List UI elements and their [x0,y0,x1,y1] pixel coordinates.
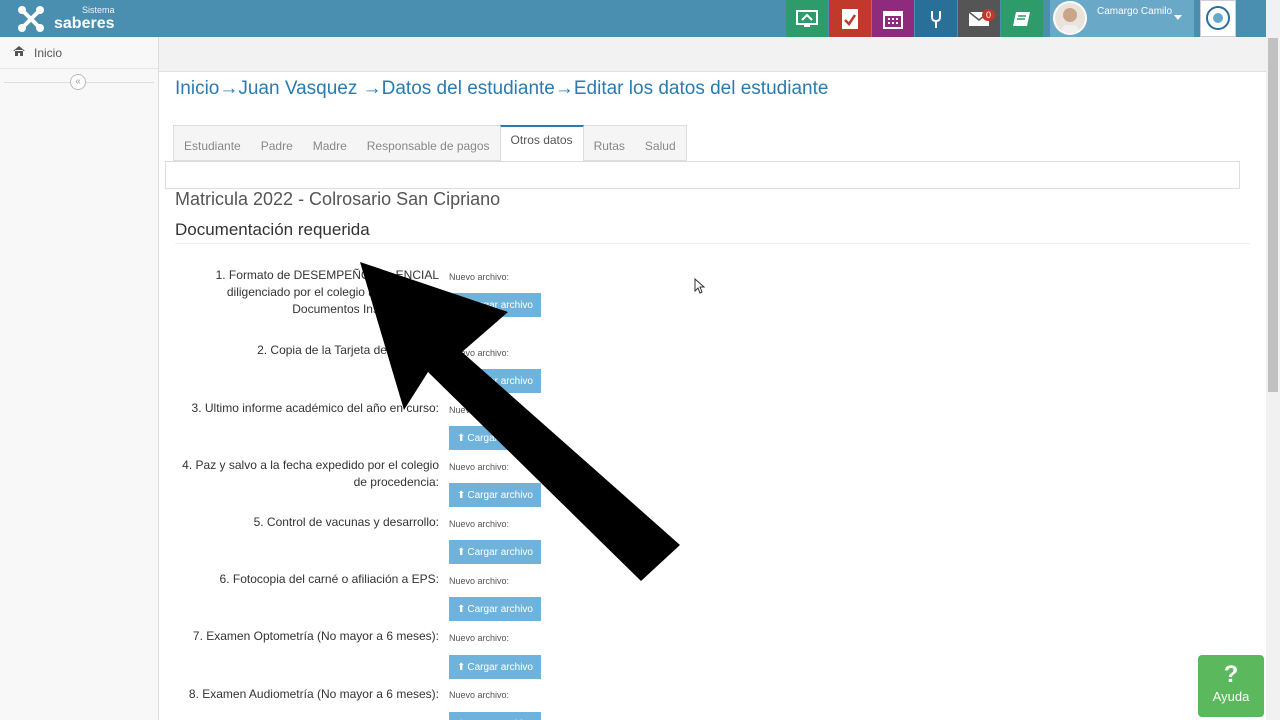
upload-button[interactable]: ⬆Cargar archivo [449,369,541,393]
nuevo-archivo-label: Nuevo archivo: [449,272,510,282]
fork-icon[interactable] [915,0,957,37]
tab-rutas[interactable]: Rutas [584,126,635,160]
tab-otros-datos[interactable]: Otros datos [499,125,584,161]
upload-icon: ⬆ [457,489,466,501]
document-label: 3. Ultimo informe académico del año en c… [191,401,439,415]
document-label: 7. Examen Optometría (No mayor a 6 meses… [192,629,439,643]
sidebar-item-inicio[interactable]: Inicio [0,37,158,69]
help-button-label: Ayuda [1212,689,1250,704]
top-bar: Sistema saberes 0 Camargo Camilo [0,0,1280,37]
nuevo-archivo-label: Nuevo archivo: [449,690,510,700]
home-icon [12,45,26,60]
tab-bar: Estudiante Padre Madre Responsable de pa… [173,125,687,161]
upload-icon: ⬆ [457,299,466,311]
nuevo-archivo-label: Nuevo archivo: [449,348,510,358]
monitor-icon[interactable] [786,0,828,37]
mail-icon[interactable]: 0 [958,0,1000,37]
breadcrumb[interactable]: Inicio→Juan Vasquez →Datos del estudiant… [175,78,828,100]
upload-button-label: Cargar archivo [467,375,533,387]
divider [175,243,1250,244]
matricula-title: Matricula 2022 - Colrosario San Cipriano [175,189,501,209]
tab-padre[interactable]: Padre [251,126,303,160]
nuevo-archivo-label: Nuevo archivo: [449,576,510,586]
upload-icon: ⬆ [457,432,466,444]
user-menu[interactable]: Camargo Camilo [1050,0,1194,37]
mouse-cursor-icon [694,277,706,299]
upload-button[interactable]: ⬆Cargar archivo [449,293,541,317]
upload-button[interactable]: ⬆Cargar archivo [449,483,541,507]
document-label: 6. Fotocopia del carné o afiliación a EP… [219,572,439,586]
tab-estudiante[interactable]: Estudiante [174,126,251,160]
document-label: 2. Copia de la Tarjeta de identidad [257,343,439,357]
scrollbar-thumb[interactable] [1268,38,1278,392]
avatar [1053,1,1087,35]
question-icon: ? [1223,661,1239,688]
document-label: 1. Formato de DESEMPEÑO C... ENCIAL dili… [215,268,439,316]
page-scrollbar[interactable] [1266,0,1280,720]
upload-button-label: Cargar archivo [467,546,533,558]
logo-mark-icon [16,4,46,34]
upload-button-label: Cargar archivo [467,299,533,311]
school-logo [1200,0,1236,37]
upload-button-label: Cargar archivo [467,432,533,444]
nuevo-archivo-label: Nuevo archivo: [449,462,510,472]
logo-big-text: saberes [54,15,115,32]
upload-icon: ⬆ [457,661,466,673]
checklist-icon[interactable] [829,0,871,37]
main-content: Inicio→Juan Vasquez →Datos del estudiant… [159,72,1266,720]
upload-button[interactable]: ⬆Cargar archivo [449,540,541,564]
document-label: 4. Paz y salvo a la fecha expedido por e… [182,458,439,489]
upload-button[interactable]: ⬆Cargar archivo [449,712,541,720]
upload-button[interactable]: ⬆Cargar archivo [449,597,541,621]
upload-icon: ⬆ [457,375,466,387]
logo-small-text: Sistema [81,5,115,15]
nuevo-archivo-label: Nuevo archivo: [449,519,510,529]
section-title: Documentación requerida [175,220,370,239]
tab-panel [165,161,1240,189]
chevron-down-icon [1174,15,1182,20]
sub-header-bar [159,37,1266,72]
user-name: Camargo Camilo [1097,6,1173,17]
upload-button[interactable]: ⬆Cargar archivo [449,426,541,450]
app-logo[interactable]: Sistema saberes [16,3,115,35]
mail-badge: 0 [981,9,995,21]
sidebar-item-label: Inicio [34,45,63,60]
upload-icon: ⬆ [457,603,466,615]
upload-button-label: Cargar archivo [467,661,533,673]
document-label: 5. Control de vacunas y desarrollo: [253,515,439,529]
tab-responsable-de-pagos[interactable]: Responsable de pagos [357,126,500,160]
tab-salud[interactable]: Salud [635,126,686,160]
nuevo-archivo-label: Nuevo archivo: [449,633,510,643]
sidebar: Inicio « [0,37,159,720]
calendar-icon[interactable] [872,0,914,37]
upload-icon: ⬆ [457,546,466,558]
book-icon[interactable] [1001,0,1043,37]
tab-madre[interactable]: Madre [303,126,357,160]
upload-button-label: Cargar archivo [467,489,533,501]
sidebar-collapse-row: « [0,69,158,95]
help-button[interactable]: ? Ayuda [1198,655,1264,717]
upload-button-label: Cargar archivo [467,603,533,615]
collapse-sidebar-button[interactable]: « [70,74,86,90]
upload-button[interactable]: ⬆Cargar archivo [449,655,541,679]
document-label: 8. Examen Audiometría (No mayor a 6 mese… [188,687,439,701]
nuevo-archivo-label: Nuevo archivo: [449,405,510,415]
top-icon-toolbar: 0 [786,0,1044,37]
